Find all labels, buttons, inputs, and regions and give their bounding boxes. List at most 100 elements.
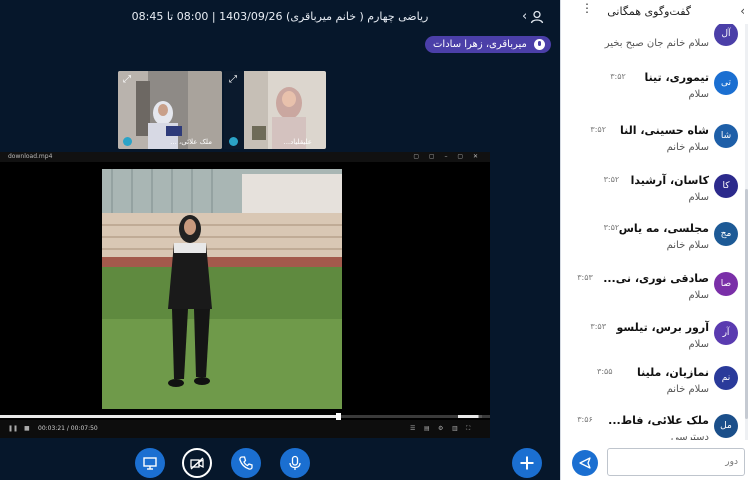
more-options-icon[interactable]: ⋮ [581,2,593,14]
avatar[interactable]: صا [714,272,738,296]
webcam-tile[interactable]: ملک علائی، ... ⤢ [118,71,222,149]
window-buttons[interactable]: ▢ ▢ – ▢ ✕ [413,153,482,160]
webcam-name: علیقلیاد... [283,138,312,146]
phone-icon [239,456,253,470]
message-text: سلام خانم [666,240,709,251]
message-sender: تیموری، تینا [644,71,709,84]
headset-icon [123,137,132,146]
chat-message: مل ملک علائی، فاط... ۳:۵۶ دسترسی [561,412,741,440]
bottom-action-bar [0,445,560,480]
message-sender: شاه حسینی، النا [619,124,709,137]
player-title-bar: download.mp4 ▢ ▢ – ▢ ✕ [0,152,490,162]
chat-input-row [561,446,750,480]
expand-icon[interactable]: ⤢ [227,74,239,86]
chat-message-input[interactable] [607,448,745,476]
message-text: سلام [688,290,709,301]
expand-icon[interactable]: ⤢ [121,74,133,86]
webcam-tile[interactable]: ⤢ علیقلیاد... [224,71,326,149]
message-time: ۳:۵۲ [603,223,620,232]
video-off-icon [190,457,204,470]
playlist-icon[interactable]: ☰ [410,425,415,432]
message-sender: مجلسی، مه یاس [618,222,709,235]
mute-button[interactable] [280,448,310,478]
webcam-name: ملک علائی، ... [170,138,212,146]
send-icon [579,457,591,469]
desktop-icon [143,457,157,470]
message-sender: آرور برس، تیلسو [616,321,709,334]
player-control-bar: ❚❚ ■ 00:03:21 / 00:07:50 ☰ ▤ ⚙ ▥ ⛶ [0,420,490,438]
chevron-left-icon[interactable]: ‹ [740,4,745,18]
video-frame [102,169,342,409]
public-chat-panel: ⋮ گفت‌وگوی همگانی ‹ آل سلام خانم جان صبح … [560,0,750,480]
seek-handle[interactable] [336,413,341,420]
equalizer-icon[interactable]: ▥ [452,425,458,432]
message-text: سلام خانم جان صبح بخیر [604,38,709,49]
avatar[interactable]: مل [714,414,738,438]
message-sender: صادقی نوری، نی... [603,272,709,285]
message-time: ۳:۵۶ [577,415,593,424]
chat-message-list: آل سلام خانم جان صبح بخیر تی تیموری، تینا ۳:… [561,24,741,440]
message-text: دسترسی [670,432,709,440]
avatar[interactable]: نم [714,366,738,390]
avatar[interactable]: مج [714,222,738,246]
message-sender: کاسان، آرشیدا [630,174,709,187]
presenter-badge: میرباقری، زهرا سادات [425,36,551,53]
camera-button[interactable] [182,448,212,478]
chat-message: صا صادقی نوری، نی... ۳:۵۳ سلام [561,270,741,316]
message-time: ۳:۵۲ [603,175,620,184]
main-presentation-area: ریاضی چهارم ( خانم میرباقری) 1403/09/26 … [0,0,560,480]
presenter-name: میرباقری، زهرا سادات [433,39,527,50]
message-time: ۳:۵۳ [590,322,606,331]
chevron-left-icon[interactable]: ‹ [522,9,527,24]
headset-icon [229,137,238,146]
scrollbar-thumb[interactable] [745,189,748,419]
seek-progress [0,415,338,418]
message-text: سلام [688,339,709,350]
meeting-title: ریاضی چهارم ( خانم میرباقری) 1403/09/26 … [131,10,429,23]
app-window: ریاضی چهارم ( خانم میرباقری) 1403/09/26 … [0,0,750,480]
chat-scrollbar[interactable] [745,24,748,440]
fullscreen-icon[interactable]: ⛶ [466,425,470,433]
settings-icon[interactable]: ⚙ [438,425,443,432]
plus-icon [520,456,534,470]
send-button[interactable] [572,450,598,476]
avatar[interactable]: آل [714,24,738,46]
avatar[interactable]: آر [714,321,738,345]
chat-message: آر آرور برس، تیلسو ۳:۵۳ سلام [561,319,741,365]
message-time: ۳:۵۳ [577,273,593,282]
user-icon[interactable] [530,10,544,24]
message-text: سلام خانم [666,384,709,395]
chat-message: شا شاه حسینی، النا ۳:۵۲ سلام خانم [561,122,741,168]
message-time: ۳:۵۲ [610,72,626,81]
chat-message: تی تیموری، تینا ۳:۵۲ سلام [561,69,741,115]
player-file-label: download.mp4 [8,153,53,160]
chat-message: آل سلام خانم جان صبح بخیر [561,24,741,66]
message-sender: ملک علائی، فاط... [608,414,709,427]
volume-slider[interactable] [458,415,482,418]
message-text: سلام [688,89,709,100]
message-time: ۳:۵۵ [597,367,613,376]
chat-title: گفت‌وگوی همگانی [607,5,691,18]
microphone-icon [289,455,301,470]
avatar[interactable]: شا [714,124,738,148]
screen-share-button[interactable] [135,448,165,478]
seek-bar[interactable] [0,413,490,420]
leave-audio-button[interactable] [231,448,261,478]
actions-button[interactable] [512,448,542,478]
microphone-icon [533,39,545,50]
pause-icon[interactable]: ❚❚ [8,425,18,432]
message-sender: نمازیان، ملینا [636,366,709,379]
avatar[interactable]: تی [714,71,738,95]
chat-header: ⋮ گفت‌وگوی همگانی ‹ [561,0,750,24]
subtitle-icon[interactable]: ▤ [424,425,430,432]
time-readout: 00:03:21 / 00:07:50 [38,425,98,432]
chat-message: مج مجلسی، مه یاس ۳:۵۲ سلام خانم [561,220,741,266]
message-text: سلام خانم [666,142,709,153]
avatar[interactable]: کا [714,174,738,198]
message-text: سلام [688,192,709,203]
chat-message: نم نمازیان، ملینا ۳:۵۵ سلام خانم [561,364,741,410]
chat-message: کا کاسان، آرشیدا ۳:۵۲ سلام [561,172,741,218]
screen-share-player[interactable]: download.mp4 ▢ ▢ – ▢ ✕ ❚❚ ■ 00:03:21 / 0… [0,152,490,438]
video-scene [102,169,342,409]
stop-icon[interactable]: ■ [24,425,30,432]
